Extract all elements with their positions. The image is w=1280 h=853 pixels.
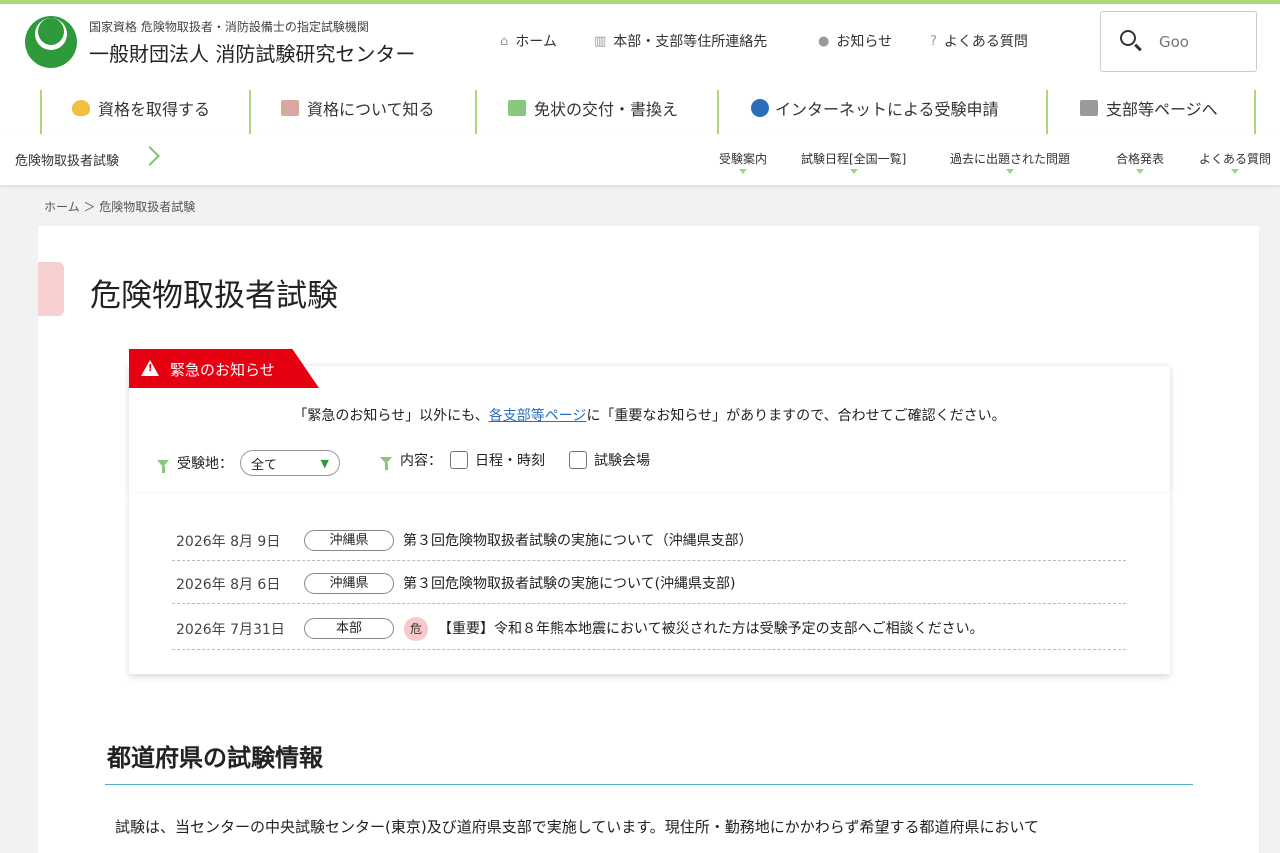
gnav-label: 資格を取得する	[98, 100, 211, 119]
news-region-tag: 沖縄県	[304, 530, 394, 551]
util-link-label: 本部・支部等住所連絡先	[613, 34, 768, 50]
section-title: 都道府県の試験情報	[107, 744, 323, 772]
chevron-down-icon	[1136, 169, 1144, 174]
map-icon: ▥	[594, 33, 607, 49]
chevron-down-icon	[849, 169, 858, 174]
news-item[interactable]: 2026年 8月 6日 沖縄県 第３回危険物取扱者試験の実施について(沖縄県支部…	[172, 561, 1126, 604]
gnav-get-license[interactable]: 資格を取得する	[72, 96, 210, 120]
news-title[interactable]: 第３回危険物取扱者試験の実施について(沖縄県支部)	[403, 573, 736, 593]
notice-message-text: 「緊急のお知らせ」以外にも、	[293, 408, 489, 424]
search-input[interactable]	[1159, 31, 1249, 53]
notice-message: 「緊急のお知らせ」以外にも、各支部等ページに「重要なお知らせ」がありますので、合…	[129, 405, 1170, 425]
checkbox-text: 日程・時刻	[475, 453, 545, 469]
subnav-exam-guide[interactable]: 受験案内	[719, 150, 768, 174]
gnav-label: 支部等ページへ	[1106, 100, 1218, 119]
venue-checkbox-label[interactable]: 試験会場	[569, 450, 650, 470]
gnav-label: 免状の交付・書換え	[534, 100, 679, 119]
news-item[interactable]: 2026年 7月31日 本部 危 【重要】令和８年熊本地震において被災された方は…	[172, 604, 1126, 650]
news-date: 2026年 7月31日	[176, 622, 285, 638]
danger-badge: 危	[404, 617, 428, 641]
chevron-right-icon	[140, 146, 160, 166]
global-nav: 資格を取得する 資格について知る 免状の交付・書換え インターネットによる受験申…	[0, 90, 1280, 134]
org-subtitle: 国家資格 危険物取扱者・消防設備士の指定試験機関	[89, 20, 369, 34]
news-date: 2026年 8月 9日	[176, 534, 281, 550]
gnav-branch-pages[interactable]: 支部等ページへ	[1080, 96, 1218, 120]
branch-pages-link[interactable]: 各支部等ページ	[489, 408, 587, 424]
gnav-license-issue[interactable]: 免状の交付・書換え	[508, 96, 678, 120]
filter-exam-place: 受験地： 全て ▼	[157, 450, 340, 476]
select-value: 全て	[251, 457, 278, 473]
license-card-icon	[508, 100, 526, 116]
urgent-notice-tab: ! 緊急のお知らせ	[129, 349, 319, 388]
filter-icon	[380, 456, 392, 470]
news-date: 2026年 8月 6日	[176, 577, 281, 593]
section-body: 試験は、当センターの中央試験センター(東京)及び道府県支部で実施しています。現住…	[115, 818, 1040, 836]
site-header: 国家資格 危険物取扱者・消防設備士の指定試験機関 一般財団法人 消防試験研究セン…	[0, 4, 1280, 134]
gnav-label: インターネットによる受験申請	[775, 100, 999, 119]
filter-content: 内容： 日程・時刻 試験会場	[380, 450, 650, 470]
checkbox-text: 試験会場	[594, 453, 650, 469]
subnav-item-label: 過去に出題された問題	[950, 152, 1071, 166]
question-icon: ?	[930, 33, 937, 49]
filter-icon	[157, 459, 169, 473]
gnav-about-license[interactable]: 資格について知る	[281, 96, 435, 120]
info-icon: ●	[818, 33, 830, 49]
urgent-tab-label: 緊急のお知らせ	[170, 361, 275, 379]
filter-place-label: 受験地：	[177, 456, 233, 472]
page-title-accent	[38, 262, 64, 316]
main-content: 危険物取扱者試験 「緊急のお知らせ」以外にも、各支部等ページに「重要なお知らせ」…	[38, 226, 1259, 853]
venue-checkbox[interactable]	[569, 451, 587, 469]
subnav-faq[interactable]: よくある質問	[1199, 150, 1272, 174]
subnav-item-label: 受験案内	[719, 152, 768, 166]
document-icon	[751, 99, 769, 117]
search-icon[interactable]	[1120, 30, 1136, 46]
page-title: 危険物取扱者試験	[90, 278, 338, 314]
news-region-tag: 沖縄県	[304, 573, 394, 594]
util-link-faq[interactable]: ? よくある質問	[930, 31, 1028, 51]
hand-icon	[72, 100, 90, 116]
util-link-home[interactable]: ⌂ ホーム	[500, 31, 557, 51]
util-link-offices[interactable]: ▥ 本部・支部等住所連絡先	[594, 31, 767, 51]
util-link-news[interactable]: ● お知らせ	[818, 31, 892, 51]
subnav-item-label: 試験日程[全国一覧]	[801, 152, 907, 166]
home-icon: ⌂	[500, 33, 509, 49]
chevron-down-icon: ▼	[320, 456, 329, 470]
site-logo[interactable]	[25, 16, 77, 68]
gnav-label: 資格について知る	[307, 100, 435, 119]
news-region-tag: 本部	[304, 618, 394, 639]
chevron-down-icon	[1231, 169, 1239, 174]
util-link-label: よくある質問	[943, 34, 1028, 50]
news-item[interactable]: 2026年 8月 9日 沖縄県 第３回危険物取扱者試験の実施について（沖縄県支部…	[172, 518, 1126, 561]
subnav-past-questions[interactable]: 過去に出題された問題	[950, 150, 1071, 174]
schedule-checkbox[interactable]	[450, 451, 468, 469]
util-link-label: お知らせ	[836, 34, 893, 50]
subnav-exam-schedule[interactable]: 試験日程[全国一覧]	[801, 150, 907, 174]
util-link-label: ホーム	[515, 34, 557, 50]
subnav-results[interactable]: 合格発表	[1116, 150, 1165, 174]
org-name[interactable]: 一般財団法人 消防試験研究センター	[89, 38, 415, 67]
breadcrumb[interactable]: ホーム ＞ 危険物取扱者試験	[44, 198, 195, 215]
person-icon	[281, 100, 299, 116]
news-list: 2026年 8月 9日 沖縄県 第３回危険物取扱者試験の実施について（沖縄県支部…	[129, 494, 1170, 674]
notice-message-text: に「重要なお知らせ」がありますので、合わせてご確認ください。	[586, 408, 1006, 424]
map-icon	[1080, 100, 1098, 116]
chevron-down-icon	[739, 169, 747, 174]
sub-nav: 危険物取扱者試験 受験案内 試験日程[全国一覧] 過去に出題された問題 合格発表…	[0, 134, 1280, 185]
news-title[interactable]: 【重要】令和８年熊本地震において被災された方は受験予定の支部へご相談ください。	[438, 618, 984, 638]
subnav-item-label: 合格発表	[1116, 152, 1165, 166]
exam-place-select[interactable]: 全て ▼	[240, 450, 340, 476]
filter-content-label: 内容：	[400, 453, 442, 469]
section-divider	[105, 784, 1193, 785]
subnav-title[interactable]: 危険物取扱者試験	[15, 150, 119, 169]
chevron-down-icon	[1006, 169, 1014, 174]
gnav-internet-application[interactable]: インターネットによる受験申請	[751, 96, 999, 120]
schedule-checkbox-label[interactable]: 日程・時刻	[450, 450, 545, 470]
subnav-item-label: よくある質問	[1199, 152, 1272, 166]
news-title[interactable]: 第３回危険物取扱者試験の実施について（沖縄県支部）	[403, 530, 753, 550]
search-box	[1100, 11, 1257, 72]
